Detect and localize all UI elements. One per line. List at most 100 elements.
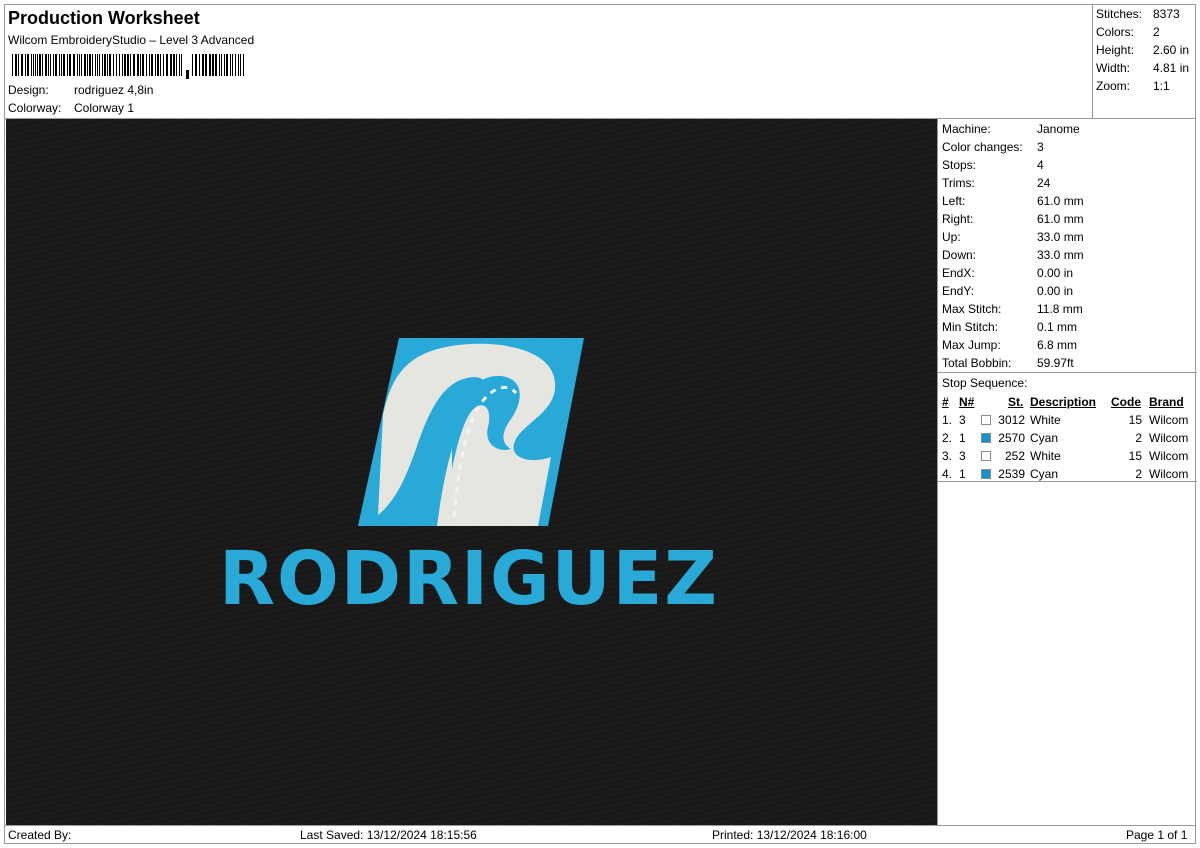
design-row: Design: rodriguez 4,8in <box>8 83 153 97</box>
param-value: 24 <box>1037 176 1051 190</box>
stop-row-description: White <box>1030 449 1061 463</box>
footer-divider <box>5 825 1196 826</box>
summary-row-colors: Colors: 2 <box>1096 25 1160 39</box>
colorway-value: Colorway 1 <box>74 101 135 115</box>
param-row: Total Bobbin: 59.97ft <box>942 356 1074 370</box>
stop-row-description: Cyan <box>1030 431 1059 445</box>
param-row: EndX: 0.00 in <box>942 266 1073 280</box>
summary-row-zoom: Zoom: 1:1 <box>1096 79 1170 93</box>
param-value: Janome <box>1037 122 1080 136</box>
printed-date: Printed: 13/12/2024 18:16:00 <box>712 828 867 842</box>
param-row: Stops: 4 <box>942 158 1044 172</box>
param-label: Up: <box>942 230 961 244</box>
stop-row-n: 1 <box>959 467 966 481</box>
page-number: Page 1 of 1 <box>1126 828 1188 842</box>
stop-row-n: 1 <box>959 431 966 445</box>
param-value: 4 <box>1037 158 1044 172</box>
param-value: 6.8 mm <box>1037 338 1078 352</box>
colorway-row: Colorway: Colorway 1 <box>8 101 134 115</box>
summary-value: 4.81 in <box>1153 61 1190 75</box>
stop-row-brand: Wilcom <box>1149 449 1189 463</box>
param-label: Left: <box>942 194 966 208</box>
stop-row-n: 3 <box>959 449 966 463</box>
stop-row-num: 3. <box>942 449 953 463</box>
stop-row-st: 252 <box>1004 449 1025 463</box>
param-value: 3 <box>1037 140 1044 154</box>
stop-row-code: 2 <box>1135 467 1142 481</box>
logo-text: RODRIGUEZ <box>219 536 719 622</box>
last-saved: Last Saved: 13/12/2024 18:15:56 <box>300 828 477 842</box>
thread-swatch <box>981 433 991 443</box>
stop-row-num: 4. <box>942 467 953 481</box>
stop-row-brand: Wilcom <box>1149 413 1189 427</box>
param-label: Right: <box>942 212 974 226</box>
worksheet-page: Production Worksheet Wilcom EmbroiderySt… <box>4 4 1197 844</box>
param-label: Max Jump: <box>942 338 1001 352</box>
software-subtitle: Wilcom EmbroideryStudio – Level 3 Advanc… <box>8 33 255 47</box>
embroidery-logo: RODRIGUEZ <box>219 338 719 622</box>
thread-swatch <box>981 469 991 479</box>
panel-divider <box>938 481 1197 482</box>
col-header-brand: Brand <box>1149 395 1184 409</box>
stop-row-description: White <box>1030 413 1061 427</box>
param-row: Right: 61.0 mm <box>942 212 1084 226</box>
stop-row-code: 15 <box>1128 413 1142 427</box>
stop-row-st: 2570 <box>998 431 1025 445</box>
created-by: Created By: <box>8 828 72 842</box>
design-value: rodriguez 4,8in <box>74 83 154 97</box>
param-row: EndY: 0.00 in <box>942 284 1073 298</box>
param-value: 33.0 mm <box>1037 230 1084 244</box>
param-label: Down: <box>942 248 977 262</box>
thread-swatch <box>981 451 991 461</box>
summary-label: Width: <box>1096 61 1131 75</box>
param-row: Min Stitch: 0.1 mm <box>942 320 1077 334</box>
param-value: 61.0 mm <box>1037 212 1084 226</box>
param-value: 0.00 in <box>1037 284 1074 298</box>
param-row: Trims: 24 <box>942 176 1050 190</box>
param-value: 33.0 mm <box>1037 248 1084 262</box>
stop-row-num: 1. <box>942 413 953 427</box>
design-label: Design: <box>8 83 49 97</box>
design-preview: RODRIGUEZ <box>6 119 937 826</box>
summary-label: Stitches: <box>1096 7 1143 21</box>
thread-swatch <box>981 415 991 425</box>
page-title: Production Worksheet <box>8 8 200 28</box>
param-row: Max Stitch: 11.8 mm <box>942 302 1083 316</box>
param-row: Left: 61.0 mm <box>942 194 1084 208</box>
summary-value: 2 <box>1153 25 1160 39</box>
param-row: Up: 33.0 mm <box>942 230 1084 244</box>
colorway-label: Colorway: <box>8 101 62 115</box>
summary-row-height: Height: 2.60 in <box>1096 43 1189 57</box>
param-row: Down: 33.0 mm <box>942 248 1084 262</box>
design-summary: Stitches: 8373 Colors: 2 Height: 2.60 in… <box>1092 5 1196 119</box>
param-label: Trims: <box>942 176 975 190</box>
param-value: 59.97ft <box>1037 356 1074 370</box>
param-value: 61.0 mm <box>1037 194 1084 208</box>
stop-sequence-title: Stop Sequence: <box>942 376 1028 390</box>
col-header-num: # <box>942 395 949 409</box>
summary-label: Colors: <box>1096 25 1135 39</box>
col-header-description: Description <box>1030 395 1097 409</box>
stop-row-st: 2539 <box>998 467 1025 481</box>
param-row: Color changes: 3 <box>942 140 1044 154</box>
stop-row-num: 2. <box>942 431 953 445</box>
param-label: Stops: <box>942 158 977 172</box>
param-label: EndY: <box>942 284 975 298</box>
summary-row-stitches: Stitches: 8373 <box>1096 7 1180 21</box>
summary-value: 8373 <box>1153 7 1180 21</box>
param-row: Max Jump: 6.8 mm <box>942 338 1077 352</box>
param-row: Machine: Janome <box>942 122 1080 136</box>
summary-row-width: Width: 4.81 in <box>1096 61 1189 75</box>
summary-value: 2.60 in <box>1153 43 1190 57</box>
param-label: Total Bobbin: <box>942 356 1012 370</box>
worksheet-header: Production Worksheet Wilcom EmbroiderySt… <box>5 5 1092 119</box>
param-label: Color changes: <box>942 140 1023 154</box>
param-value: 11.8 mm <box>1037 302 1083 316</box>
stop-row-code: 15 <box>1128 449 1142 463</box>
param-label: Min Stitch: <box>942 320 999 334</box>
stop-row-brand: Wilcom <box>1149 431 1189 445</box>
stop-row-brand: Wilcom <box>1149 467 1189 481</box>
col-header-code: Code <box>1111 395 1141 409</box>
param-label: EndX: <box>942 266 975 280</box>
param-value: 0.00 in <box>1037 266 1074 280</box>
